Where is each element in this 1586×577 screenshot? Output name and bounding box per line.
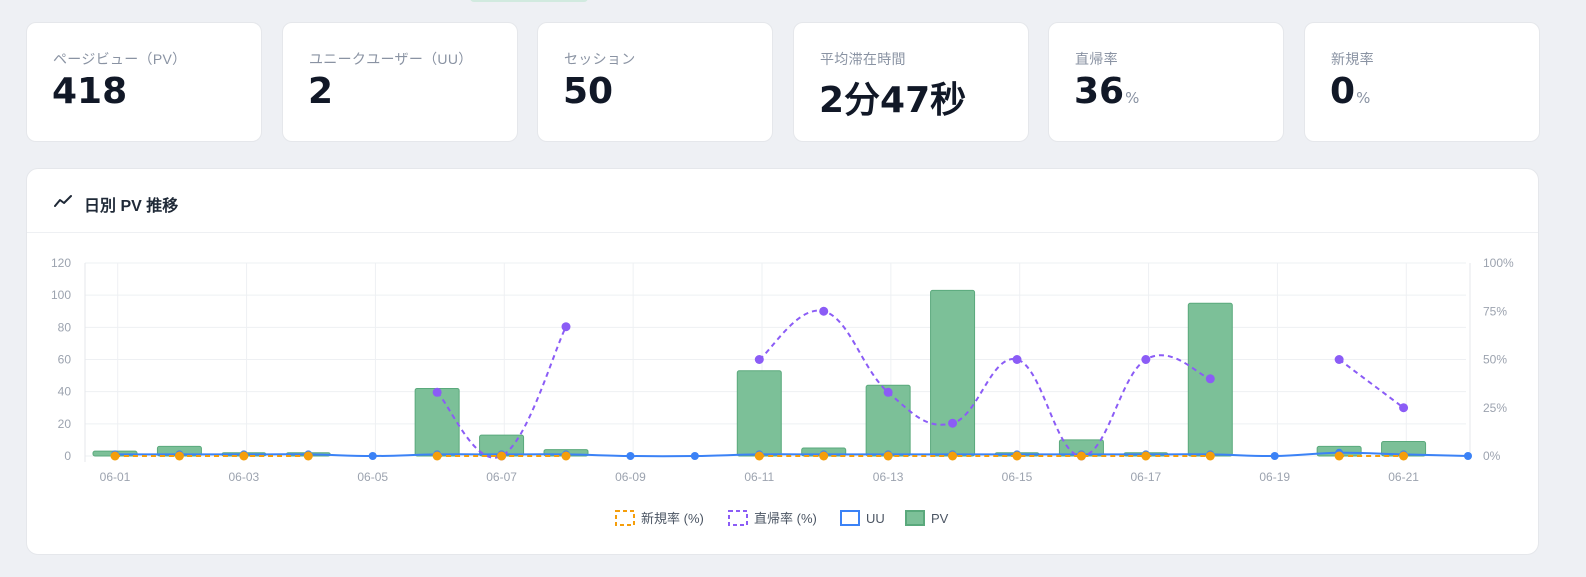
y-left-tick-label: 60	[58, 353, 72, 367]
new-rate-point	[303, 451, 313, 461]
y-left-tick-label: 40	[58, 385, 72, 399]
new-rate-point	[239, 451, 249, 461]
y-right-tick-label: 0%	[1483, 449, 1501, 463]
new-rate-point	[561, 451, 571, 461]
y-left-tick-label: 0	[64, 449, 71, 463]
x-tick-label: 06-21	[1388, 470, 1419, 484]
bounce-rate-line	[758, 309, 1211, 458]
uu-point	[368, 452, 377, 460]
bounce-rate-point	[1334, 355, 1344, 364]
y-right-tick-label: 25%	[1483, 401, 1507, 415]
pv-chart: 0 20 40 60 80 100 120 0% 25% 50% 75% 100% 06-01 06-03…	[51, 256, 1514, 526]
uu-point	[1464, 452, 1472, 460]
bounce-rate-point	[819, 306, 829, 316]
x-tick-label: 06-03	[229, 470, 260, 484]
bounce-rate-point	[1141, 355, 1151, 364]
new-rate-point	[948, 451, 958, 461]
x-tick-label: 06-07	[486, 470, 517, 484]
y-right-tick-label: 75%	[1483, 304, 1507, 318]
bounce-rate-point	[883, 387, 893, 397]
new-rate-point	[883, 451, 893, 461]
bounce-rate-point	[1205, 374, 1215, 384]
legend-label: 新規率 (%)	[641, 511, 704, 526]
x-tick-label: 06-13	[873, 470, 904, 484]
new-rate-point	[174, 451, 184, 461]
y-right-tick-label: 100%	[1483, 256, 1514, 270]
legend-swatch	[905, 510, 925, 526]
bounce-rate-point	[754, 355, 764, 364]
bounce-rate-line	[1338, 358, 1405, 409]
new-rate-point	[819, 451, 829, 461]
new-rate-point	[1399, 451, 1409, 461]
y-left-tick-label: 120	[51, 256, 71, 270]
y-left-tick-label: 100	[51, 288, 71, 302]
uu-point	[626, 452, 635, 460]
x-tick-label: 06-05	[357, 470, 388, 484]
legend-swatch	[615, 510, 635, 526]
bounce-rate-point	[561, 322, 571, 332]
x-tick-label: 06-01	[100, 470, 131, 484]
legend-label: UU	[866, 511, 885, 526]
daily-pv-chart-card: 日別 PV 推移 0 20 40 60 80 100 120 0% 25% 50% 75% 100% 0…	[26, 168, 1539, 555]
x-tick-label: 06-17	[1131, 470, 1162, 484]
new-rate-point	[1334, 451, 1344, 461]
bounce-rate-point	[1012, 355, 1022, 364]
y-left-tick-label: 20	[58, 417, 72, 431]
bounce-rate-point	[432, 387, 442, 397]
bar	[414, 387, 460, 457]
x-tick-label: 06-19	[1259, 470, 1290, 484]
legend-swatch	[840, 510, 860, 526]
bounce-rate-point	[1399, 403, 1409, 413]
legend-label: PV	[931, 511, 949, 526]
new-rate-point	[1076, 451, 1086, 461]
legend-label: 直帰率 (%)	[754, 511, 817, 526]
bar	[930, 289, 976, 457]
bar	[736, 370, 782, 457]
new-rate-point	[497, 451, 507, 461]
new-rate-point	[1012, 451, 1022, 461]
new-rate-point	[432, 451, 442, 461]
bounce-rate-point	[948, 418, 958, 428]
x-tick-label: 06-11	[744, 470, 774, 484]
uu-point	[1270, 452, 1279, 460]
x-tick-label: 06-15	[1002, 470, 1033, 484]
new-rate-point	[1205, 451, 1215, 461]
y-left-tick-label: 80	[58, 320, 72, 334]
x-tick-label: 06-09	[615, 470, 646, 484]
new-rate-point	[1141, 451, 1151, 461]
new-rate-point	[110, 451, 120, 461]
y-right-tick-label: 50%	[1483, 353, 1507, 367]
new-rate-point	[754, 451, 764, 461]
uu-point	[690, 452, 699, 460]
legend-swatch	[728, 510, 748, 526]
